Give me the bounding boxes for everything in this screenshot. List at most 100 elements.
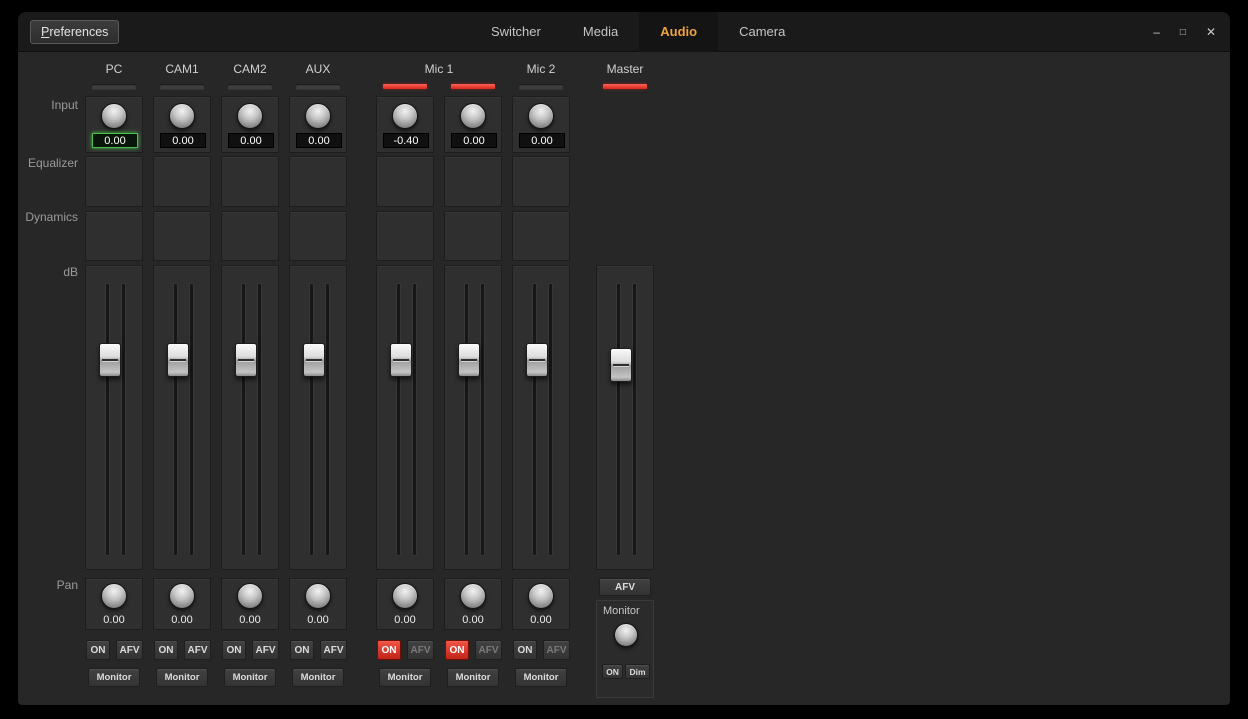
on-button[interactable]: ON <box>290 640 314 660</box>
on-button[interactable]: ON <box>154 640 178 660</box>
level-track <box>633 284 636 555</box>
fader-handle[interactable] <box>458 343 480 377</box>
channel-strip-mic2: Mic 2 0.00 0.00 ON AFV Monitor <box>512 52 570 705</box>
master-afv-button[interactable]: AFV <box>599 578 651 596</box>
monitor-button[interactable]: Monitor <box>224 668 276 687</box>
tab-audio[interactable]: Audio <box>639 12 718 52</box>
fader-track[interactable] <box>465 284 468 555</box>
input-gain-knob[interactable] <box>169 103 195 129</box>
monitor-button[interactable]: Monitor <box>447 668 499 687</box>
on-button[interactable]: ON <box>222 640 246 660</box>
channel-strip-mic1-r: 0.00 0.00 ON AFV Monitor <box>444 52 502 705</box>
tab-camera[interactable]: Camera <box>718 12 806 52</box>
input-gain-value[interactable]: -0.40 <box>383 133 429 148</box>
fader-handle[interactable] <box>235 343 257 377</box>
input-gain-knob[interactable] <box>392 103 418 129</box>
channel-strip-cam2: CAM2 0.00 0.00 ON AFV Monitor <box>221 52 279 705</box>
afv-button[interactable]: AFV <box>184 640 211 660</box>
monitor-button[interactable]: Monitor <box>156 668 208 687</box>
monitor-dim-button[interactable]: Dim <box>625 664 650 679</box>
pan-knob[interactable] <box>101 583 127 609</box>
dynamics-panel[interactable] <box>85 211 143 261</box>
on-button[interactable]: ON <box>86 640 110 660</box>
equalizer-panel[interactable] <box>153 156 211 207</box>
preferences-button[interactable]: Preferences <box>30 20 119 44</box>
afv-button[interactable]: AFV <box>543 640 570 660</box>
monitor-button[interactable]: Monitor <box>292 668 344 687</box>
pan-knob[interactable] <box>305 583 331 609</box>
fader-handle[interactable] <box>303 343 325 377</box>
equalizer-panel[interactable] <box>85 156 143 207</box>
fader-handle[interactable] <box>99 343 121 377</box>
afv-button[interactable]: AFV <box>252 640 279 660</box>
input-panel: 0.00 <box>85 96 143 153</box>
equalizer-panel[interactable] <box>512 156 570 207</box>
dynamics-panel[interactable] <box>444 211 502 261</box>
pan-knob[interactable] <box>392 583 418 609</box>
afv-button[interactable]: AFV <box>407 640 434 660</box>
pan-knob[interactable] <box>169 583 195 609</box>
dynamics-panel[interactable] <box>289 211 347 261</box>
equalizer-panel[interactable] <box>444 156 502 207</box>
on-button[interactable]: ON <box>513 640 537 660</box>
equalizer-panel[interactable] <box>289 156 347 207</box>
tab-switcher[interactable]: Switcher <box>470 12 562 52</box>
master-fader-panel <box>596 265 654 570</box>
minimize-icon[interactable]: – <box>1153 25 1160 39</box>
input-gain-value[interactable]: 0.00 <box>451 133 497 148</box>
master-fader-handle[interactable] <box>610 348 632 382</box>
dynamics-panel[interactable] <box>153 211 211 261</box>
equalizer-panel[interactable] <box>376 156 434 207</box>
equalizer-panel[interactable] <box>221 156 279 207</box>
fader-track[interactable] <box>106 284 109 555</box>
input-gain-knob[interactable] <box>101 103 127 129</box>
fader-track[interactable] <box>174 284 177 555</box>
pan-knob[interactable] <box>237 583 263 609</box>
fader-handle[interactable] <box>390 343 412 377</box>
monitor-on-button[interactable]: ON <box>602 664 623 679</box>
close-icon[interactable]: ✕ <box>1206 25 1216 39</box>
channel-meter <box>383 84 427 89</box>
input-gain-value[interactable]: 0.00 <box>92 133 138 148</box>
fader-track[interactable] <box>533 284 536 555</box>
input-panel: 0.00 <box>153 96 211 153</box>
fader-panel <box>153 265 211 570</box>
fader-handle[interactable] <box>526 343 548 377</box>
level-track <box>413 284 416 555</box>
maximize-icon[interactable]: □ <box>1180 27 1186 38</box>
channel-meter <box>160 84 204 89</box>
on-button[interactable]: ON <box>377 640 401 660</box>
dynamics-panel[interactable] <box>376 211 434 261</box>
afv-button[interactable]: AFV <box>320 640 347 660</box>
input-gain-knob[interactable] <box>305 103 331 129</box>
monitor-level-knob[interactable] <box>614 623 638 647</box>
input-gain-knob[interactable] <box>528 103 554 129</box>
level-track <box>481 284 484 555</box>
input-panel: 0.00 <box>289 96 347 153</box>
afv-button[interactable]: AFV <box>116 640 143 660</box>
monitor-button[interactable]: Monitor <box>88 668 140 687</box>
input-gain-value[interactable]: 0.00 <box>160 133 206 148</box>
pan-knob[interactable] <box>528 583 554 609</box>
tab-bar: Switcher Media Audio Camera <box>470 12 806 52</box>
input-gain-value[interactable]: 0.00 <box>296 133 342 148</box>
dynamics-panel[interactable] <box>512 211 570 261</box>
pan-knob[interactable] <box>460 583 486 609</box>
dynamics-panel[interactable] <box>221 211 279 261</box>
on-button[interactable]: ON <box>445 640 469 660</box>
fader-track[interactable] <box>242 284 245 555</box>
channel-meter <box>296 84 340 89</box>
pan-value: 0.00 <box>445 614 501 626</box>
fader-handle[interactable] <box>167 343 189 377</box>
input-gain-value[interactable]: 0.00 <box>228 133 274 148</box>
tab-media[interactable]: Media <box>562 12 639 52</box>
monitor-button[interactable]: Monitor <box>379 668 431 687</box>
input-gain-value[interactable]: 0.00 <box>519 133 565 148</box>
fader-track[interactable] <box>397 284 400 555</box>
monitor-button[interactable]: Monitor <box>515 668 567 687</box>
afv-button[interactable]: AFV <box>475 640 502 660</box>
fader-track[interactable] <box>310 284 313 555</box>
fader-track[interactable] <box>617 284 620 555</box>
input-gain-knob[interactable] <box>460 103 486 129</box>
input-gain-knob[interactable] <box>237 103 263 129</box>
